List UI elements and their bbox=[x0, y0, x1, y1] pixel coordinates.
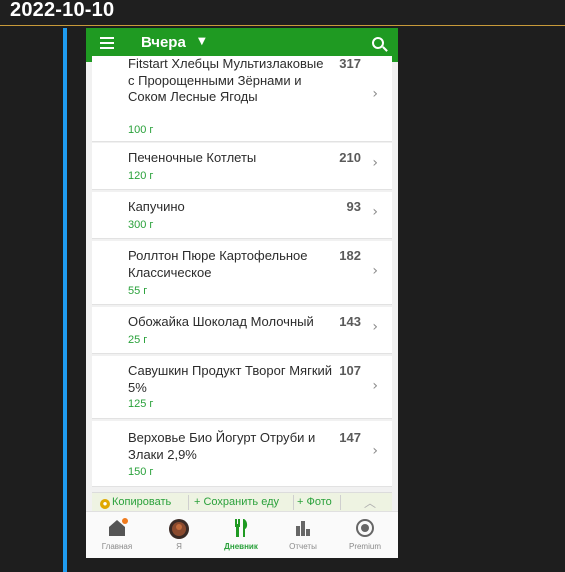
food-name: Савушкин Продукт Творог Мягкий 5% bbox=[128, 363, 333, 395]
chevron-up-icon[interactable]: ︿ bbox=[364, 494, 376, 511]
food-name: Роллтон Пюре Картофельное Классическое bbox=[128, 248, 308, 280]
food-calories: 93 bbox=[346, 199, 361, 214]
food-calories: 147 bbox=[339, 430, 361, 445]
food-weight: 25 г bbox=[128, 334, 148, 346]
meal-action-bar: ● Копировать + Сохранить еду + Фото ︿ bbox=[92, 492, 392, 511]
food-item[interactable]: Верховье Био Йогурт Отруби и Злаки 2,9% … bbox=[92, 421, 392, 487]
chevron-right-icon: › bbox=[372, 86, 378, 102]
divider bbox=[340, 495, 341, 510]
food-calories: 143 bbox=[339, 314, 361, 329]
date-title: 2022-10-10 bbox=[10, 0, 115, 21]
chevron-right-icon: › bbox=[372, 319, 378, 335]
nav-home-label: Главная bbox=[101, 542, 133, 551]
chevron-right-icon: › bbox=[372, 155, 378, 171]
home-icon bbox=[109, 518, 128, 536]
food-item[interactable]: Роллтон Пюре Картофельное Классическое 1… bbox=[92, 241, 392, 305]
food-item[interactable]: Печеночные Котлеты 210 120 г › bbox=[92, 143, 392, 190]
food-weight: 55 г bbox=[128, 285, 148, 297]
phone-screen: Вчера ▼ Fitstart Хлебцы Мультизлаковые с… bbox=[86, 28, 398, 558]
avatar bbox=[169, 519, 189, 539]
nav-diary[interactable]: Дневник bbox=[210, 512, 272, 558]
food-name: Fitstart Хлебцы Мультизлаковые с Пророще… bbox=[128, 56, 324, 104]
bottom-nav: Главная Я Дневник Отчеты Premium bbox=[86, 511, 398, 558]
bar-chart-icon bbox=[296, 521, 310, 536]
divider bbox=[293, 495, 294, 510]
copy-label: Копировать bbox=[112, 496, 172, 508]
nav-premium-label: Premium bbox=[348, 542, 381, 551]
food-name: Обожайка Шоколад Молочный bbox=[128, 314, 314, 329]
food-name: Печеночные Котлеты bbox=[128, 150, 257, 165]
dropdown-caret-icon[interactable]: ▼ bbox=[198, 36, 206, 47]
nav-diary-label: Дневник bbox=[224, 542, 258, 551]
nav-home[interactable]: Главная bbox=[86, 512, 148, 558]
divider bbox=[188, 495, 189, 510]
chevron-right-icon: › bbox=[372, 263, 378, 279]
food-calories: 210 bbox=[339, 150, 361, 165]
copy-button[interactable]: ● Копировать bbox=[100, 496, 171, 509]
fork-knife-icon bbox=[235, 519, 248, 537]
menu-icon[interactable] bbox=[100, 37, 114, 49]
food-item[interactable]: Капучино 93 300 г › bbox=[92, 192, 392, 239]
copy-icon: ● bbox=[100, 499, 110, 509]
nav-reports[interactable]: Отчеты bbox=[272, 512, 334, 558]
chevron-right-icon: › bbox=[372, 204, 378, 220]
food-weight: 100 г bbox=[128, 124, 154, 136]
nav-reports-label: Отчеты bbox=[289, 542, 317, 551]
food-calories: 182 bbox=[339, 248, 361, 263]
food-calories: 317 bbox=[339, 56, 361, 71]
chevron-right-icon: › bbox=[372, 378, 378, 394]
nav-me-label: Я bbox=[176, 542, 182, 551]
food-weight: 150 г bbox=[128, 466, 154, 478]
day-selector-label[interactable]: Вчера bbox=[141, 34, 186, 51]
premium-icon bbox=[356, 519, 374, 537]
food-item[interactable]: Савушкин Продукт Творог Мягкий 5% 107 12… bbox=[92, 356, 392, 419]
add-photo-button[interactable]: + Фото bbox=[297, 496, 332, 508]
nav-me[interactable]: Я bbox=[148, 512, 210, 558]
food-calories: 107 bbox=[339, 363, 361, 378]
food-weight: 125 г bbox=[128, 398, 154, 410]
left-accent-bar bbox=[63, 28, 67, 572]
food-name: Верховье Био Йогурт Отруби и Злаки 2,9% bbox=[128, 430, 316, 462]
chevron-right-icon: › bbox=[372, 443, 378, 459]
nav-premium[interactable]: Premium bbox=[334, 512, 396, 558]
save-meal-button[interactable]: + Сохранить еду bbox=[194, 496, 279, 508]
food-weight: 300 г bbox=[128, 219, 154, 231]
food-weight: 120 г bbox=[128, 170, 154, 182]
food-item[interactable]: Fitstart Хлебцы Мультизлаковые с Пророще… bbox=[92, 56, 392, 142]
date-header: 2022-10-10 bbox=[0, 0, 565, 26]
food-name: Капучино bbox=[128, 199, 185, 214]
food-item[interactable]: Обожайка Шоколад Молочный 143 25 г › bbox=[92, 307, 392, 354]
search-icon[interactable] bbox=[372, 37, 384, 49]
